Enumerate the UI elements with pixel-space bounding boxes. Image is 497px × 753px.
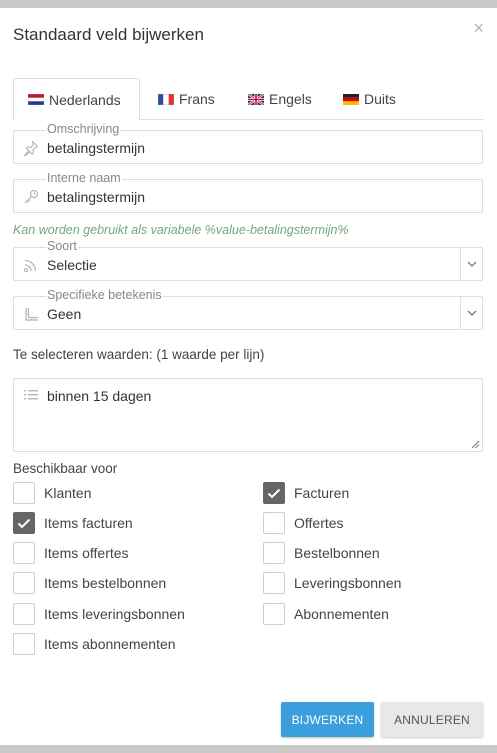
- language-tabs: Nederlands Frans Engels Duits: [13, 78, 483, 121]
- checkmark-icon: [17, 518, 31, 528]
- resize-grip-icon[interactable]: [471, 440, 480, 449]
- checkbox-items-abonnementen[interactable]: Items abonnementen: [13, 633, 176, 655]
- internal-name-label: Interne naam: [46, 171, 122, 185]
- meaning-label: Specifieke betekenis: [46, 288, 163, 302]
- checkbox-label: Items offertes: [44, 545, 129, 561]
- checkbox-items-leveringsbonnen[interactable]: Items leveringsbonnen: [13, 603, 185, 625]
- key-icon: [24, 189, 39, 204]
- checkbox-label: Abonnementen: [294, 606, 389, 622]
- checkbox-label: Leveringsbonnen: [294, 575, 402, 591]
- pin-icon: [23, 140, 39, 156]
- type-value: Selectie: [47, 257, 97, 273]
- checkbox-leveringsbonnen[interactable]: Leveringsbonnen: [263, 572, 401, 594]
- checkbox-label: Facturen: [294, 485, 350, 501]
- checkbox-box[interactable]: [263, 542, 285, 564]
- flag-de-icon: [343, 93, 359, 105]
- checkbox-label: Offertes: [294, 515, 344, 531]
- checkbox-items-bestelbonnen[interactable]: Items bestelbonnen: [13, 572, 166, 594]
- checkbox-items-facturen[interactable]: Items facturen: [13, 512, 133, 534]
- checkbox-offertes[interactable]: Offertes: [263, 512, 344, 534]
- tab-duits[interactable]: Duits: [343, 78, 396, 120]
- chevron-down-icon[interactable]: [460, 248, 482, 280]
- flag-fr-icon: [158, 93, 174, 105]
- type-select[interactable]: Soort Selectie: [13, 239, 483, 281]
- values-textarea[interactable]: binnen 15 dagen: [13, 378, 483, 452]
- type-label: Soort: [46, 239, 78, 253]
- checkbox-items-offertes[interactable]: Items offertes: [13, 542, 129, 564]
- checkbox-label: Items abonnementen: [44, 636, 176, 652]
- checkbox-facturen[interactable]: Facturen: [263, 482, 349, 504]
- checkbox-abonnementen[interactable]: Abonnementen: [263, 603, 389, 625]
- meaning-value: Geen: [47, 306, 82, 322]
- checkbox-bestelbonnen[interactable]: Bestelbonnen: [263, 542, 380, 564]
- tab-label: Frans: [179, 91, 215, 107]
- checkbox-label: Klanten: [44, 485, 92, 501]
- description-label: Omschrijving: [46, 122, 121, 136]
- dialog-title: Standaard veld bijwerken: [13, 25, 204, 44]
- internal-name-field[interactable]: Interne naam betalingstermijn: [13, 171, 483, 213]
- checkbox-box[interactable]: [13, 482, 35, 504]
- internal-name-value: betalingstermijn: [47, 189, 146, 205]
- tab-label: Nederlands: [49, 91, 121, 108]
- backdrop-bottom: [0, 745, 497, 753]
- rss-icon: [23, 259, 37, 273]
- checkbox-klanten[interactable]: Klanten: [13, 482, 91, 504]
- checkbox-box[interactable]: [263, 482, 285, 504]
- checkbox-box[interactable]: [13, 633, 35, 655]
- checkbox-box[interactable]: [263, 512, 285, 534]
- tab-label: Engels: [269, 91, 312, 107]
- ruler-icon: [25, 308, 38, 321]
- values-text: binnen 15 dagen: [47, 388, 152, 404]
- tab-engels[interactable]: Engels: [248, 78, 312, 120]
- checkbox-box[interactable]: [13, 603, 35, 625]
- tab-label: Duits: [364, 91, 396, 107]
- variable-hint: Kan worden gebruikt als variabele %value…: [13, 223, 349, 237]
- description-value: betalingstermijn: [47, 140, 146, 156]
- available-for-label: Beschikbaar voor: [13, 461, 118, 476]
- flag-gb-icon: [248, 93, 264, 105]
- checkbox-label: Items bestelbonnen: [44, 575, 167, 591]
- checkbox-box[interactable]: [263, 572, 285, 594]
- flag-nl-icon: [28, 94, 44, 105]
- cancel-button[interactable]: ANNULEREN: [381, 702, 483, 737]
- checkmark-icon: [267, 488, 281, 498]
- close-icon[interactable]: ×: [473, 18, 484, 39]
- chevron-down-icon[interactable]: [460, 297, 482, 329]
- update-field-dialog: Standaard veld bijwerken × Nederlands Fr…: [0, 8, 497, 745]
- description-field[interactable]: Omschrijving betalingstermijn: [13, 122, 483, 164]
- checkbox-box[interactable]: [13, 512, 35, 534]
- values-label: Te selecteren waarden: (1 waarde per lij…: [13, 347, 265, 362]
- checkbox-box[interactable]: [13, 572, 35, 594]
- backdrop-top: [0, 0, 497, 8]
- checkbox-box[interactable]: [13, 542, 35, 564]
- checkbox-label: Bestelbonnen: [294, 545, 380, 561]
- tab-frans[interactable]: Frans: [158, 78, 215, 120]
- meaning-select[interactable]: Specifieke betekenis Geen: [13, 288, 483, 330]
- checkbox-label: Items leveringsbonnen: [44, 606, 185, 622]
- list-icon: [24, 390, 38, 400]
- update-button[interactable]: BIJWERKEN: [281, 702, 374, 737]
- checkbox-box[interactable]: [263, 603, 285, 625]
- checkbox-label: Items facturen: [44, 515, 133, 531]
- tab-nederlands[interactable]: Nederlands: [13, 78, 140, 121]
